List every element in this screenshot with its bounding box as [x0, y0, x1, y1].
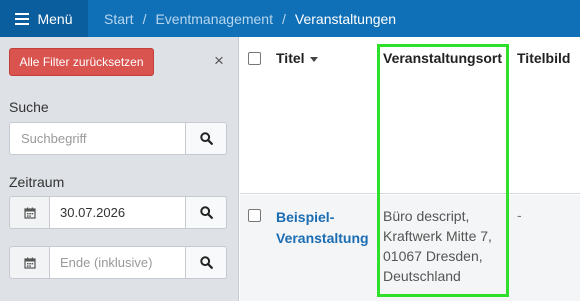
end-date-search-button[interactable] [185, 246, 227, 279]
breadcrumb-current: Veranstaltungen [294, 10, 397, 27]
row-checkbox[interactable] [248, 209, 261, 222]
filter-sidebar: Alle Filter zurücksetzen × Suche Suchbeg… [0, 37, 239, 301]
breadcrumb-separator: / [142, 10, 147, 27]
search-icon [199, 206, 213, 219]
column-header-venue[interactable]: Veranstaltungsort [383, 50, 502, 66]
table-row: Beispiel- Veranstaltung Büro descript, K… [240, 195, 580, 301]
end-date-input[interactable]: Ende (inklusive) [49, 246, 185, 279]
search-label: Suche [9, 99, 49, 115]
reset-filters-button[interactable]: Alle Filter zurücksetzen [9, 48, 154, 76]
menu-label: Menü [37, 10, 73, 27]
start-date-search-button[interactable] [185, 196, 227, 229]
start-date-group: 30.07.2026 [9, 196, 227, 229]
end-date-group: Ende (inklusive) [9, 246, 227, 279]
event-title-line: Beispiel- [276, 209, 335, 225]
venue-line: Büro descript, [383, 208, 470, 224]
events-table: Titel Veranstaltungsort Titelbild Beispi… [240, 37, 580, 301]
search-button[interactable] [185, 122, 227, 155]
search-group: Suchbegriff [9, 122, 227, 155]
breadcrumb-eventmanagement[interactable]: Eventmanagement [155, 11, 273, 27]
column-header-title[interactable]: Titel [276, 50, 318, 66]
venue-line: 01067 Dresden, [383, 248, 483, 264]
calendar-addon[interactable] [9, 246, 49, 279]
sort-desc-icon [309, 56, 318, 62]
event-image-cell: - [517, 207, 522, 223]
breadcrumb-separator: / [282, 10, 286, 27]
event-venue-cell: Büro descript, Kraftwerk Mitte 7, 01067 … [383, 206, 511, 286]
event-title-link[interactable]: Beispiel- Veranstaltung [276, 207, 376, 249]
column-title-label: Titel [276, 50, 305, 66]
search-icon [199, 256, 213, 269]
calendar-icon [23, 257, 36, 269]
breadcrumb-start[interactable]: Start [104, 11, 134, 27]
breadcrumb: Start / Eventmanagement / Veranstaltunge… [104, 11, 396, 27]
table-header: Titel Veranstaltungsort Titelbild [240, 37, 580, 194]
column-header-image[interactable]: Titelbild [517, 50, 570, 66]
start-date-input[interactable]: 30.07.2026 [49, 196, 185, 229]
hamburger-icon [15, 12, 30, 25]
menu-button[interactable]: Menü [0, 0, 88, 37]
venue-line: Kraftwerk Mitte 7, [383, 228, 492, 244]
calendar-icon [23, 207, 36, 219]
close-icon[interactable]: × [214, 52, 224, 70]
venue-line: Deutschland [383, 268, 461, 284]
event-title-line: Veranstaltung [276, 230, 369, 246]
search-icon [199, 132, 213, 145]
search-input[interactable]: Suchbegriff [9, 122, 185, 155]
timerange-label: Zeitraum [9, 174, 65, 190]
top-bar: Menü Start / Eventmanagement / Veranstal… [0, 0, 580, 37]
select-all-checkbox[interactable] [248, 52, 261, 65]
calendar-addon[interactable] [9, 196, 49, 229]
